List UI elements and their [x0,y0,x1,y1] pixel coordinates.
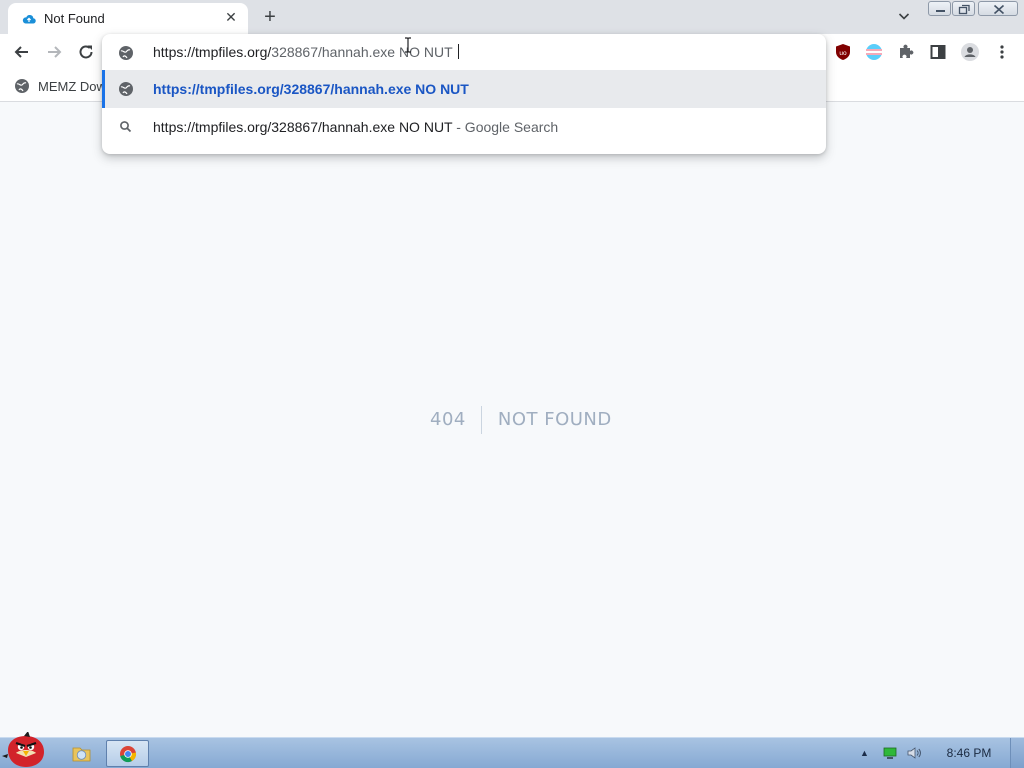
close-icon[interactable]: ✕ [223,9,239,25]
suggestion-text: https://tmpfiles.org/328867/hannah.exe N… [153,81,469,97]
cloud-favicon-icon [22,12,36,24]
globe-icon [14,78,30,94]
side-panel-icon[interactable] [928,42,948,62]
chrome-taskbar-icon[interactable] [106,740,149,767]
bookmark-label: MEMZ Dow [38,78,106,94]
tab-not-found[interactable]: Not Found ✕ [8,3,248,34]
tab-strip: Not Found ✕ + [0,0,1024,34]
volume-icon[interactable] [906,746,922,760]
reload-icon[interactable] [74,40,98,64]
error-code: 404 [430,406,482,434]
omnibox-dropdown: https://tmpfiles.org/328867/hannah.exe N… [102,34,826,154]
bookmark-memz[interactable]: MEMZ Dow [14,77,106,95]
chevron-down-icon[interactable] [896,8,912,24]
address-bar[interactable]: https://tmpfiles.org/328867/hannah.exe N… [102,36,826,70]
globe-icon [118,45,134,61]
suggestion-source: - Google Search [452,119,559,135]
error-message: 404 NOT FOUND [430,406,612,434]
window-close-button[interactable] [978,1,1018,16]
minimize-button[interactable] [928,1,951,16]
restore-button[interactable] [952,1,975,16]
start-button-icon[interactable] [2,731,52,768]
suggestion-url[interactable]: https://tmpfiles.org/328867/hannah.exe N… [102,70,826,108]
show-desktop-button[interactable] [1010,738,1024,768]
profile-avatar-icon[interactable] [960,42,980,62]
page-content: 404 NOT FOUND [0,103,1024,737]
taskbar-clock[interactable]: 8:46 PM [935,746,1003,760]
flag-extension-icon[interactable] [864,42,884,62]
arrow-right-icon[interactable] [42,40,66,64]
address-path: 328867/hannah.exe NO NUT [271,44,453,60]
ublock-icon[interactable]: uo [833,42,853,62]
new-tab-button[interactable]: + [258,6,282,28]
explorer-taskbar-icon[interactable] [64,740,98,767]
text-caret [457,44,459,59]
tab-title: Not Found [44,11,105,26]
suggestion-google-search[interactable]: https://tmpfiles.org/328867/hannah.exe N… [102,108,826,146]
search-icon [118,119,134,135]
puzzle-extensions-icon[interactable] [896,42,916,62]
address-host: https://tmpfiles.org/ [153,44,272,60]
taskbar: ▲ 8:46 PM [0,731,1024,768]
error-text: NOT FOUND [497,409,612,430]
globe-icon [118,81,134,97]
more-menu-icon[interactable] [992,42,1012,62]
arrow-left-icon[interactable] [10,40,34,64]
suggestion-text: https://tmpfiles.org/328867/hannah.exe N… [153,119,558,135]
suggestion-query: https://tmpfiles.org/328867/hannah.exe N… [153,119,453,135]
ibeam-cursor-icon [402,37,414,53]
tray-expand-icon[interactable]: ▲ [860,748,870,758]
network-icon[interactable] [882,746,898,760]
svg-text:uo: uo [839,50,847,57]
